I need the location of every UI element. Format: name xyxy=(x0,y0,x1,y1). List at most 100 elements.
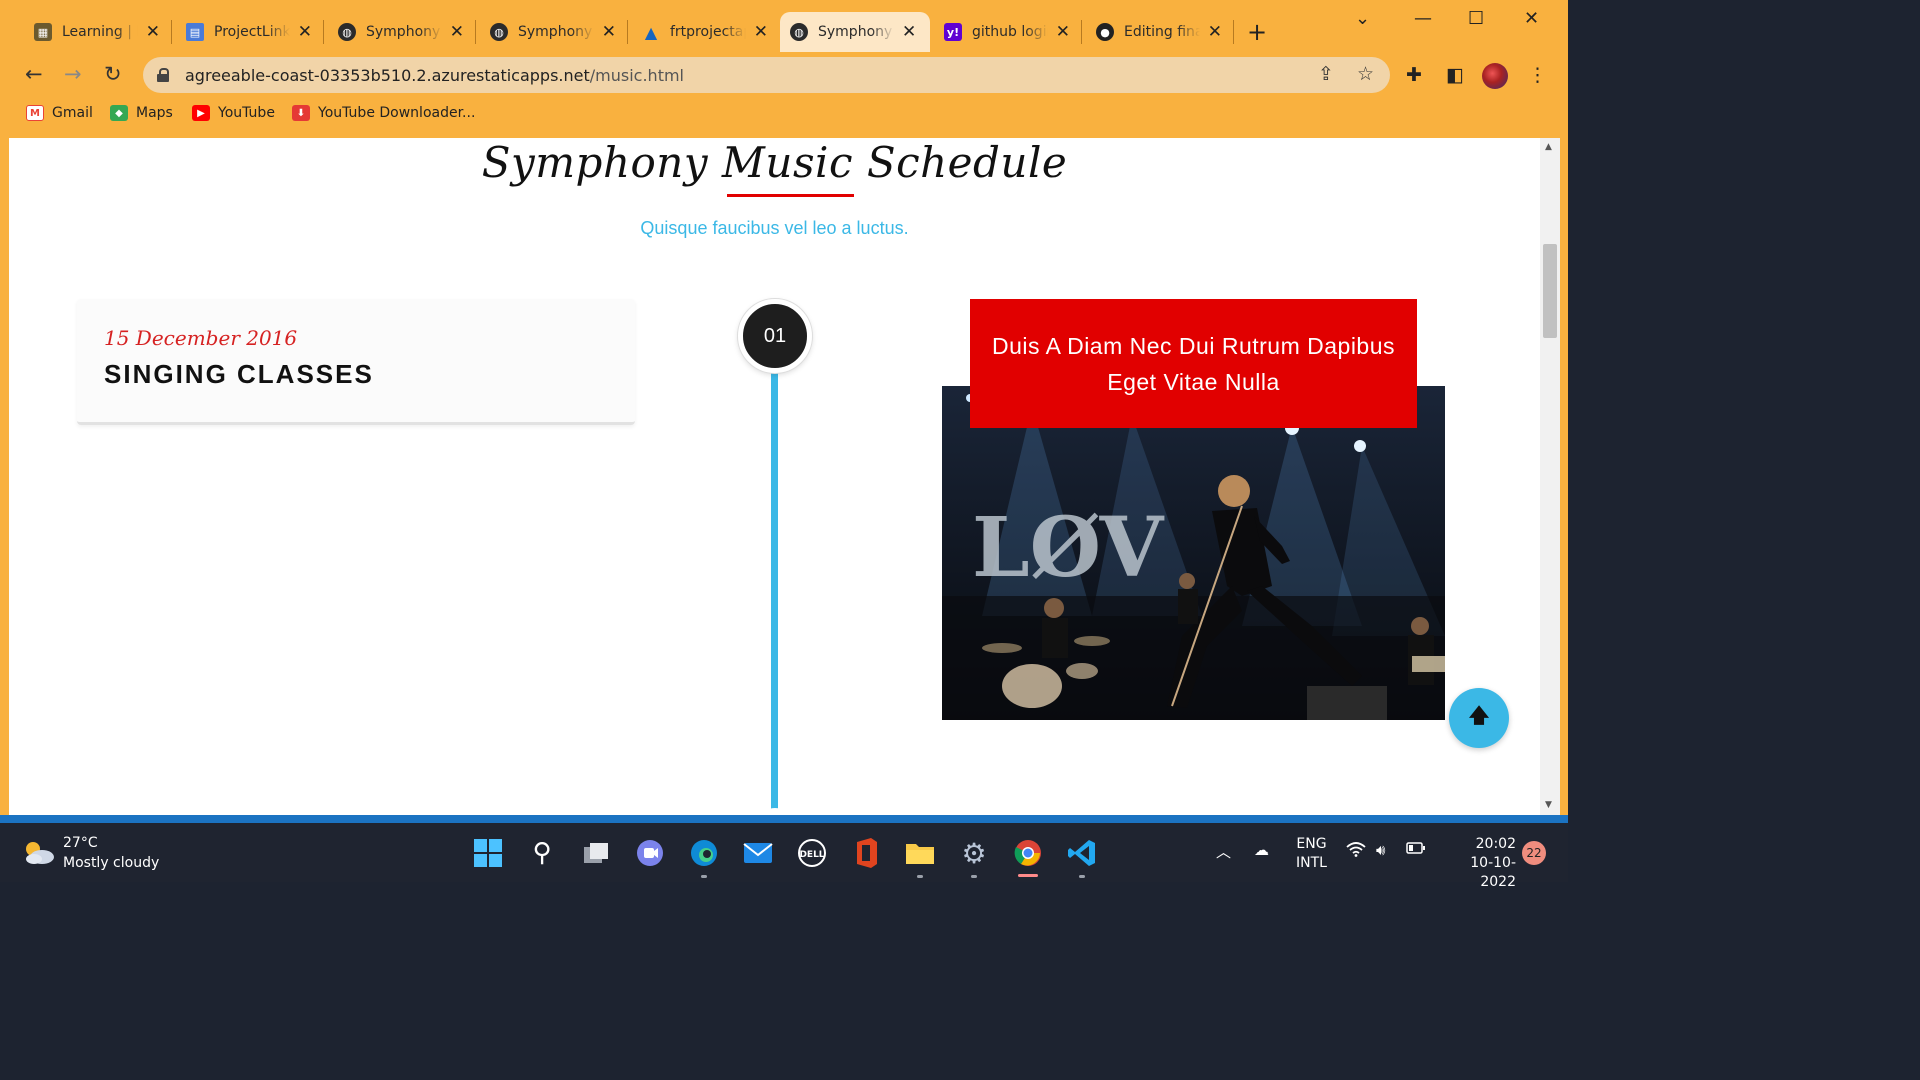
window-close-icon[interactable]: ✕ xyxy=(1524,8,1539,29)
search-icon[interactable]: ⚲ xyxy=(526,837,558,869)
window-edge-right xyxy=(1560,138,1568,815)
dell-icon[interactable]: DELL xyxy=(796,837,828,869)
learning-favicon-icon: ▦ xyxy=(34,23,52,41)
timeline-number-badge: 01 xyxy=(738,299,812,373)
system-clock[interactable]: 20:02 10-10-2022 xyxy=(1442,835,1516,892)
url-path: /music.html xyxy=(589,65,684,85)
timeline-line xyxy=(771,368,778,815)
bookmark-maps[interactable]: ◆ Maps xyxy=(110,105,173,121)
bookmark-gmail[interactable]: M Gmail xyxy=(26,105,93,121)
bookmark-label: YouTube Downloader... xyxy=(318,105,476,121)
back-arrow-icon[interactable]: ← xyxy=(25,62,43,86)
bookmark-youtube-downloader[interactable]: ⬇ YouTube Downloader... xyxy=(292,105,475,121)
page-subtitle: Quisque faucibus vel leo a luctus. xyxy=(640,218,909,238)
editor-status-strip xyxy=(0,815,1568,823)
profile-avatar[interactable] xyxy=(1482,63,1508,89)
tab-symphony-1[interactable]: ◍ Symphony a ✕ xyxy=(328,12,474,52)
running-indicator xyxy=(917,875,923,878)
event-caption: Duis A Diam Nec Dui Rutrum Dapibus Eget … xyxy=(991,332,1396,395)
url-text: agreeable-coast-03353b510.2.azurestatica… xyxy=(185,66,684,85)
extensions-puzzle-icon[interactable]: ✚ xyxy=(1406,64,1422,86)
weather-description[interactable]: Mostly cloudy xyxy=(63,855,159,871)
close-icon[interactable]: ✕ xyxy=(146,22,160,42)
clock-date: 10-10-2022 xyxy=(1470,855,1516,890)
tab-projectlink[interactable]: ▤ ProjectLink-Fr ✕ xyxy=(176,12,322,52)
onedrive-error-icon[interactable]: ☁ xyxy=(1254,841,1269,859)
close-icon[interactable]: ✕ xyxy=(602,22,616,42)
event-caption-box: Duis A Diam Nec Dui Rutrum Dapibus Eget … xyxy=(970,299,1417,428)
windows-start-icon[interactable] xyxy=(472,837,504,869)
tab-editing-final[interactable]: ● Editing final ✕ xyxy=(1086,12,1232,52)
settings-gear-icon[interactable]: ⚙ xyxy=(958,837,990,870)
tab-strip: ▦ Learning | Fu ✕ ▤ ProjectLink-Fr ✕ ◍ S… xyxy=(0,0,1568,52)
weather-cloudy-icon[interactable] xyxy=(22,839,56,867)
language-code: ENG xyxy=(1296,836,1327,852)
close-icon[interactable]: ✕ xyxy=(298,22,312,42)
yahoo-favicon-icon: y! xyxy=(944,23,962,41)
github-favicon-icon: ● xyxy=(1096,23,1114,41)
reload-icon[interactable]: ↻ xyxy=(104,62,122,86)
window-edge-left xyxy=(0,138,9,815)
page-scrollbar[interactable]: ▲ ▼ xyxy=(1540,138,1560,815)
event-card: 15 December 2016 SINGING CLASSES xyxy=(77,299,635,425)
tab-separator xyxy=(323,20,324,44)
tab-separator xyxy=(627,20,628,44)
minimize-icon[interactable]: — xyxy=(1414,8,1432,29)
title-underline xyxy=(727,194,854,197)
tab-symphony-2[interactable]: ◍ Symphony a ✕ xyxy=(480,12,626,52)
bookmark-label: Gmail xyxy=(52,105,93,121)
tab-title: github login xyxy=(972,24,1048,40)
notification-badge[interactable]: 22 xyxy=(1522,841,1546,865)
share-icon[interactable]: ⇪ xyxy=(1318,63,1334,85)
close-icon[interactable]: ✕ xyxy=(1056,22,1070,42)
keyboard-layout: INTL xyxy=(1296,855,1327,871)
tab-frtprojectapp[interactable]: ▲ frtprojectapp ✕ xyxy=(632,12,778,52)
mail-icon[interactable] xyxy=(742,837,774,869)
close-icon[interactable]: ✕ xyxy=(1208,22,1222,42)
svg-text:DELL: DELL xyxy=(799,850,824,860)
tab-symphony-active[interactable]: ◍ Symphony a ✕ xyxy=(780,12,930,52)
maximize-icon[interactable]: ☐ xyxy=(1468,8,1484,29)
close-icon[interactable]: ✕ xyxy=(754,22,768,42)
lock-icon[interactable] xyxy=(157,68,169,82)
weather-temperature[interactable]: 27°C xyxy=(63,835,98,851)
office-icon[interactable] xyxy=(850,837,882,869)
chrome-browser-icon[interactable] xyxy=(1012,837,1044,877)
page-viewport: Symphony Music Schedule Quisque faucibus… xyxy=(9,138,1540,815)
scrollbar-thumb[interactable] xyxy=(1543,244,1557,338)
back-to-top-button[interactable]: 🡅 xyxy=(1449,688,1509,748)
battery-icon[interactable] xyxy=(1406,841,1426,859)
download-icon: ⬇ xyxy=(292,105,310,121)
tab-title: frtprojectapp xyxy=(670,24,746,40)
browser-chrome: ▦ Learning | Fu ✕ ▤ ProjectLink-Fr ✕ ◍ S… xyxy=(0,0,1568,138)
vscode-icon[interactable] xyxy=(1066,837,1098,869)
forward-arrow-icon[interactable]: → xyxy=(64,62,82,86)
tab-learning[interactable]: ▦ Learning | Fu ✕ xyxy=(24,12,170,52)
arrow-up-icon: 🡅 xyxy=(1468,703,1490,727)
address-bar[interactable]: agreeable-coast-03353b510.2.azurestatica… xyxy=(143,57,1390,93)
side-panel-icon[interactable]: ◧ xyxy=(1446,64,1464,86)
teams-chat-icon[interactable] xyxy=(634,837,666,869)
volume-icon[interactable]: 🔊︎ xyxy=(1376,841,1385,859)
tab-github-login[interactable]: y! github login ✕ xyxy=(934,12,1080,52)
task-view-icon[interactable] xyxy=(580,837,612,869)
scroll-up-arrow-icon[interactable]: ▲ xyxy=(1545,142,1552,152)
edge-browser-icon[interactable] xyxy=(688,837,720,869)
tab-search-chevron-icon[interactable]: ⌄ xyxy=(1355,8,1370,29)
tab-title: Symphony a xyxy=(366,24,442,40)
tray-chevron-up-icon[interactable]: ︿ xyxy=(1216,841,1231,862)
file-explorer-icon[interactable] xyxy=(904,837,936,869)
tab-separator xyxy=(1233,20,1234,44)
scroll-down-arrow-icon[interactable]: ▼ xyxy=(1545,800,1552,810)
globe-favicon-icon: ◍ xyxy=(338,23,356,41)
more-menu-icon[interactable]: ⋮ xyxy=(1528,64,1547,86)
new-tab-icon[interactable]: + xyxy=(1247,18,1267,46)
wifi-icon[interactable] xyxy=(1346,841,1366,861)
input-language[interactable]: ENG INTL xyxy=(1296,835,1327,873)
close-icon[interactable]: ✕ xyxy=(902,22,916,42)
bookmark-star-icon[interactable]: ☆ xyxy=(1357,63,1374,85)
close-icon[interactable]: ✕ xyxy=(450,22,464,42)
tab-title: ProjectLink-Fr xyxy=(214,24,290,40)
youtube-icon: ▶ xyxy=(192,105,210,121)
bookmark-youtube[interactable]: ▶ YouTube xyxy=(192,105,275,121)
